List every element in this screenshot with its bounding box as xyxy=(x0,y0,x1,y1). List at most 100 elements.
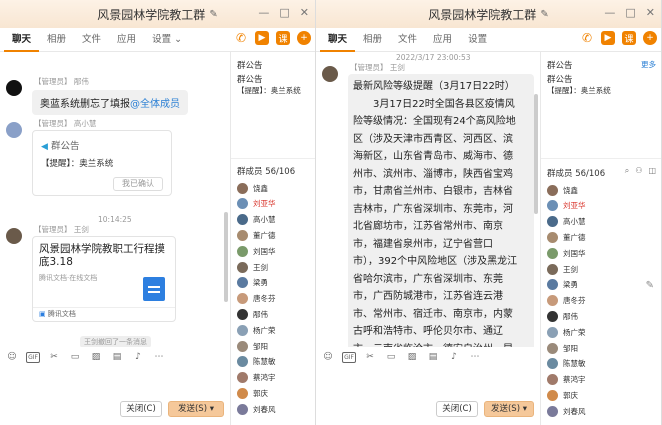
scissors-icon[interactable]: ✂ xyxy=(48,351,60,363)
member-item[interactable]: 唐冬芬 xyxy=(237,291,276,307)
message-list[interactable]: 【管理员】 邴伟 奥蓝系统删忘了填报@全体成员 【管理员】 高小慧 ◀ 群公告 … xyxy=(0,52,230,347)
edit-title-icon[interactable]: ✎ xyxy=(209,9,217,20)
add-icon[interactable]: + xyxy=(297,31,311,45)
edit-title-icon[interactable]: ✎ xyxy=(540,9,548,20)
more-link[interactable]: 更多 xyxy=(641,59,656,70)
tab-apps[interactable]: 应用 xyxy=(109,28,144,52)
tab-apps[interactable]: 应用 xyxy=(425,28,460,52)
tab-album[interactable]: 相册 xyxy=(39,28,74,52)
avatar[interactable] xyxy=(237,229,248,241)
avatar[interactable] xyxy=(237,387,248,399)
tab-chat[interactable]: 聊天 xyxy=(4,28,40,52)
message-input[interactable]: 关闭(C) 发送(S) ▾ xyxy=(316,367,540,425)
collapse-icon[interactable]: ◫ xyxy=(648,166,656,176)
phone-icon[interactable]: ✆ xyxy=(234,31,248,45)
member-item[interactable]: 饶鑫 xyxy=(237,180,268,196)
member-item[interactable]: 刘亚华 xyxy=(547,198,586,214)
minimize-icon[interactable]: — xyxy=(258,6,269,19)
chat-history-icon[interactable]: ▤ xyxy=(427,351,439,363)
member-item[interactable]: 陈慧敏 xyxy=(237,354,276,370)
announcement-text[interactable]: 【提醒】：奥兰系统 xyxy=(547,85,611,96)
send-button[interactable]: 发送(S) ▾ xyxy=(168,401,224,417)
member-item[interactable]: 杨广荣 xyxy=(547,324,586,340)
add-icon[interactable]: + xyxy=(643,31,657,45)
member-item[interactable]: 陈慧敏 xyxy=(547,356,586,372)
member-item[interactable]: 郭庆 xyxy=(237,385,268,401)
avatar[interactable] xyxy=(237,356,248,368)
close-icon[interactable]: ✕ xyxy=(300,6,309,19)
close-button[interactable]: 关闭(C) xyxy=(436,401,478,417)
tab-album[interactable]: 相册 xyxy=(355,28,390,52)
member-item[interactable]: 刘亚华 xyxy=(237,196,276,212)
avatar[interactable] xyxy=(6,228,22,244)
member-item[interactable]: 高小慧 xyxy=(237,212,276,228)
tab-files[interactable]: 文件 xyxy=(74,28,109,52)
member-item[interactable]: 邴伟 xyxy=(547,308,578,324)
member-item[interactable]: 王剑 xyxy=(547,261,578,277)
add-member-icon[interactable]: ⚇ xyxy=(635,166,642,176)
avatar[interactable] xyxy=(547,389,558,401)
member-item[interactable]: 唐冬芬 xyxy=(547,293,586,309)
image-icon[interactable]: ▨ xyxy=(406,351,418,363)
member-item[interactable]: 邹阳 xyxy=(237,338,268,354)
message-input[interactable]: 关闭(C) 发送(S) ▾ xyxy=(0,367,230,425)
folder-icon[interactable]: ▭ xyxy=(69,351,81,363)
avatar[interactable] xyxy=(237,293,248,305)
member-item[interactable]: 饶鑫 xyxy=(547,182,578,198)
confirm-button[interactable]: 我已确认 xyxy=(113,177,163,191)
member-item[interactable]: 梁勇 xyxy=(547,277,578,293)
bell-icon[interactable]: ♪ xyxy=(448,351,460,363)
member-item[interactable]: 刘国华 xyxy=(547,245,586,261)
announcement-text[interactable]: 【提醒】：奥兰系统 xyxy=(237,85,301,96)
avatar[interactable] xyxy=(6,80,22,96)
emoji-icon[interactable]: ☺ xyxy=(322,351,334,363)
avatar[interactable] xyxy=(237,214,248,226)
more-icon[interactable]: ⋯ xyxy=(469,351,481,363)
avatar[interactable] xyxy=(237,198,248,210)
avatar[interactable] xyxy=(547,374,558,386)
member-item[interactable]: 郭庆 xyxy=(547,387,578,403)
image-icon[interactable]: ▨ xyxy=(90,351,102,363)
avatar[interactable] xyxy=(6,122,22,138)
search-icon[interactable]: ⌕ xyxy=(625,166,629,176)
avatar[interactable] xyxy=(547,184,558,196)
avatar[interactable] xyxy=(547,342,558,354)
member-item[interactable]: 刘春风 xyxy=(237,401,276,417)
more-icon[interactable]: ⋯ xyxy=(153,351,165,363)
member-item[interactable]: 董广德 xyxy=(237,227,276,243)
chevron-down-icon[interactable]: ▾ xyxy=(210,404,214,414)
maximize-icon[interactable]: □ xyxy=(625,6,635,19)
mention-all[interactable]: @全体成员 xyxy=(130,99,180,110)
member-item[interactable]: 刘春风 xyxy=(547,403,586,419)
member-item[interactable]: 董广德 xyxy=(547,229,586,245)
avatar[interactable] xyxy=(237,277,248,289)
video-icon[interactable]: ▶ xyxy=(601,31,615,45)
close-button[interactable]: 关闭(C) xyxy=(120,401,162,417)
member-item[interactable]: 高小慧 xyxy=(547,214,586,230)
avatar[interactable] xyxy=(237,340,248,352)
chat-history-icon[interactable]: ▤ xyxy=(111,351,123,363)
avatar[interactable] xyxy=(547,263,558,275)
folder-icon[interactable]: ▭ xyxy=(385,351,397,363)
member-item[interactable]: 梁勇 xyxy=(237,275,268,291)
scissors-icon[interactable]: ✂ xyxy=(364,351,376,363)
announcement-card[interactable]: ◀ 群公告 【提醒】：奥兰系统 我已确认 xyxy=(32,130,172,196)
classroom-icon[interactable]: 课 xyxy=(622,31,636,45)
phone-icon[interactable]: ✆ xyxy=(580,31,594,45)
chat-scrollbar[interactable] xyxy=(224,212,228,302)
chat-scrollbar[interactable] xyxy=(534,94,538,214)
avatar[interactable] xyxy=(322,66,338,82)
avatar[interactable] xyxy=(237,182,248,194)
avatar[interactable] xyxy=(237,308,248,320)
avatar[interactable] xyxy=(547,279,558,291)
avatar[interactable] xyxy=(547,310,558,322)
avatar[interactable] xyxy=(547,247,558,259)
pencil-icon[interactable]: ✎ xyxy=(646,280,654,291)
minimize-icon[interactable]: — xyxy=(604,6,615,19)
member-item[interactable]: 蔡鸿宇 xyxy=(547,372,586,388)
avatar[interactable] xyxy=(547,216,558,228)
close-icon[interactable]: ✕ xyxy=(646,6,655,19)
video-icon[interactable]: ▶ xyxy=(255,31,269,45)
avatar[interactable] xyxy=(547,231,558,243)
member-item[interactable]: 邹阳 xyxy=(547,340,578,356)
